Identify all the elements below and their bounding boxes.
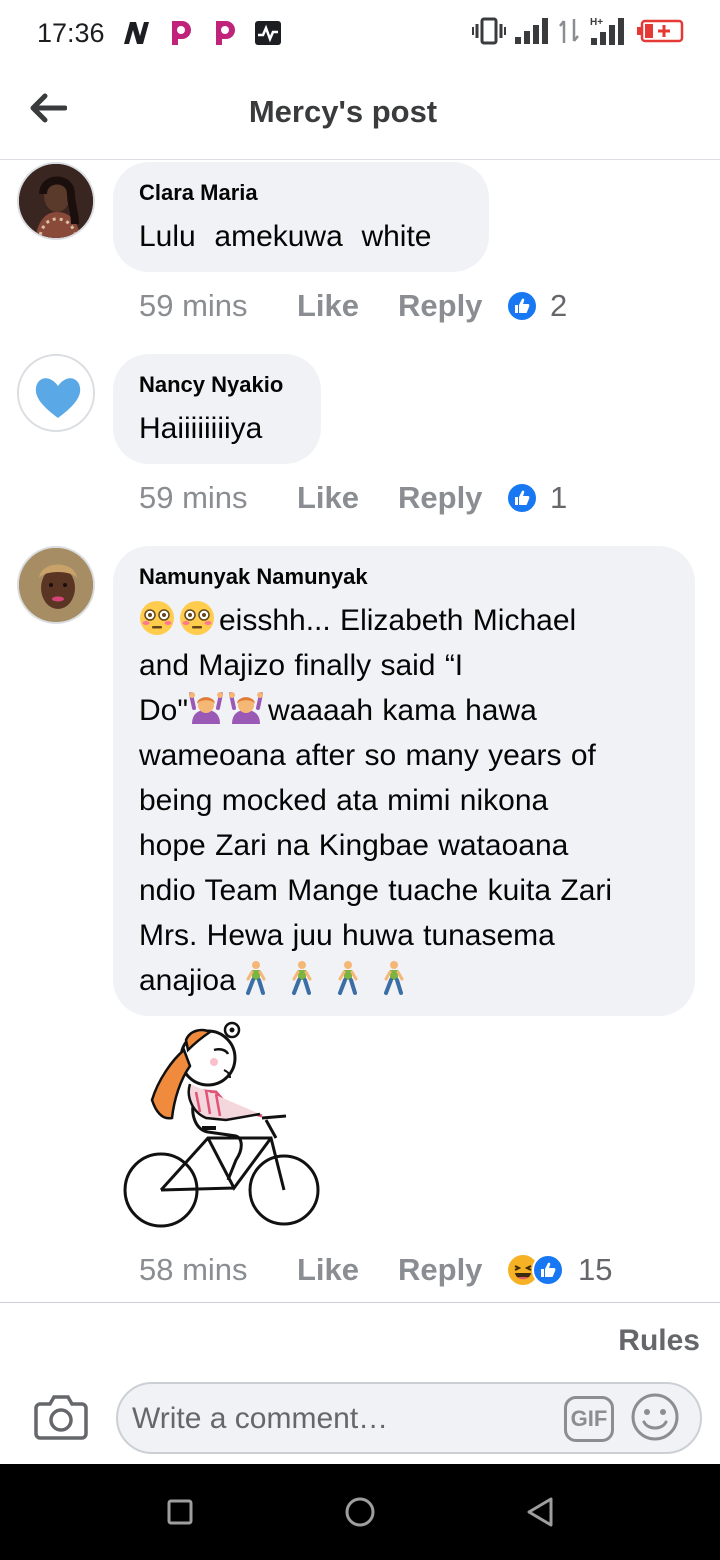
reaction-summary[interactable]: 1: [506, 480, 567, 516]
svg-text:H+: H+: [590, 17, 603, 28]
comment-text: Lulu amekuwa white: [139, 220, 432, 253]
comment-input[interactable]: [132, 1394, 552, 1444]
man-walking-icon: [330, 960, 366, 996]
home-button[interactable]: [338, 1490, 382, 1534]
comment-time[interactable]: 58 mins: [139, 1252, 297, 1288]
like-button[interactable]: Like: [297, 288, 398, 324]
reaction-summary[interactable]: 2: [506, 288, 567, 324]
battery-low-icon: [636, 17, 684, 50]
man-walking-icon: [238, 960, 274, 996]
avatar[interactable]: [17, 546, 95, 624]
reaction-count: 1: [550, 480, 568, 515]
comment-author[interactable]: Namunyak Namunyak: [139, 564, 669, 590]
comment-text-segment: Do": [139, 694, 188, 727]
comment-author[interactable]: Nancy Nyakio: [139, 372, 295, 398]
data-arrows-icon: [558, 17, 582, 50]
flushed-face-icon: [179, 600, 215, 636]
comment-input-field[interactable]: GIF: [116, 1382, 702, 1454]
comment-time[interactable]: 59 mins: [139, 480, 297, 516]
like-button[interactable]: Like: [297, 1252, 398, 1288]
recents-button[interactable]: [158, 1490, 202, 1534]
comment-actions: 59 mins Like Reply 2: [139, 286, 567, 326]
comment-actions: 58 mins Like Reply 15: [139, 1250, 612, 1290]
comment-text: Haiiiiiiiiya: [139, 412, 263, 445]
comment-text-segment: eisshh... Elizabeth Michael: [219, 604, 577, 637]
comment-line: Do" waaaah kama hawa: [139, 688, 669, 733]
status-time: 17:36: [37, 18, 105, 48]
sticker-attachment[interactable]: [116, 1020, 326, 1240]
page-title: Mercy's post: [248, 94, 438, 129]
rules-link[interactable]: Rules: [618, 1324, 700, 1358]
emoji-button[interactable]: [630, 1392, 680, 1442]
comment-line: being mocked ata mimi nikona: [139, 784, 549, 817]
reaction-count: 15: [578, 1252, 613, 1287]
comment-line: anajioa: [139, 958, 669, 1003]
camera-icon: [34, 1395, 88, 1440]
man-walking-icon: [284, 960, 320, 996]
signal-icon: [514, 17, 550, 50]
comment-line: eisshh... Elizabeth Michael: [139, 598, 669, 643]
camera-button[interactable]: [34, 1392, 88, 1442]
post-header: Mercy's post: [0, 64, 720, 160]
reply-button[interactable]: Reply: [398, 288, 506, 324]
comment-time[interactable]: 59 mins: [139, 288, 297, 324]
comment-line: hope Zari na Kingbae wataoana: [139, 829, 569, 862]
comment-author[interactable]: Clara Maria: [139, 180, 463, 206]
comment-line: ndio Team Mange tuache kuita Zari: [139, 874, 613, 907]
woman-gesturing-ok-icon: [188, 690, 224, 726]
triangle-back-icon: [527, 1497, 553, 1527]
reaction-count: 2: [550, 288, 568, 323]
back-nav-button[interactable]: [518, 1490, 562, 1534]
comment-bubble[interactable]: Nancy Nyakio Haiiiiiiiiya: [113, 354, 321, 464]
man-walking-icon: [376, 960, 412, 996]
system-navigation-bar: [0, 1464, 720, 1560]
system-icons: H+: [472, 16, 684, 50]
circle-icon: [345, 1497, 375, 1527]
comment-bubble[interactable]: Namunyak Namunyak eisshh... Elizabeth Mi…: [113, 546, 695, 1016]
avatar[interactable]: [17, 354, 95, 432]
comment-text-segment: anajioa: [139, 964, 236, 997]
like-reaction-icon: [506, 290, 538, 322]
comment-line: and Majizo finally said “I: [139, 649, 464, 682]
woman-gesturing-ok-icon: [228, 690, 264, 726]
pinterest-icon: [166, 19, 194, 47]
comment-text-segment: waaaah kama hawa: [268, 694, 537, 727]
like-button[interactable]: Like: [297, 480, 398, 516]
flushed-face-icon: [139, 600, 175, 636]
reaction-summary[interactable]: 15: [506, 1252, 612, 1288]
square-icon: [167, 1499, 193, 1525]
pinterest-icon: [210, 19, 238, 47]
reply-button[interactable]: Reply: [398, 1252, 506, 1288]
gif-button[interactable]: GIF: [564, 1396, 614, 1442]
vibrate-icon: [472, 17, 506, 50]
h-plus-signal-icon: H+: [590, 16, 628, 51]
comment-composer: GIF: [0, 1378, 720, 1458]
n-icon: [122, 19, 150, 47]
comment-bubble[interactable]: Clara Maria Lulu amekuwa white: [113, 162, 489, 272]
like-reaction-icon: [506, 482, 538, 514]
reply-button[interactable]: Reply: [398, 480, 506, 516]
comment-line: Mrs. Hewa juu huwa tunasema: [139, 919, 555, 952]
like-reaction-icon: [532, 1254, 564, 1286]
comment-text: eisshh... Elizabeth Michael and Majizo f…: [139, 598, 669, 1003]
smiley-icon: [631, 1393, 679, 1441]
comment-actions: 59 mins Like Reply 1: [139, 478, 567, 518]
activity-icon: [254, 19, 282, 47]
avatar[interactable]: [17, 162, 95, 240]
status-bar: 17:36 H+: [0, 0, 720, 64]
comment-line: wameoana after so many years of: [139, 739, 596, 772]
divider: [0, 1302, 720, 1303]
notification-icons: [122, 18, 282, 48]
